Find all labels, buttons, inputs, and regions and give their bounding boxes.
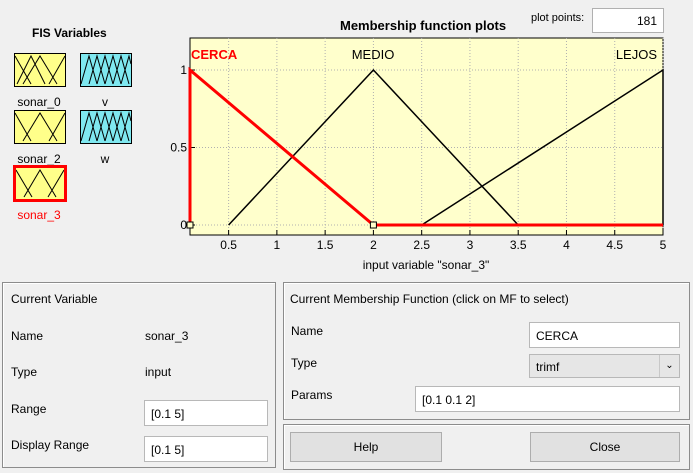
- vertex-marker[interactable]: [186, 221, 194, 229]
- variable-type-label: Type: [11, 365, 38, 379]
- help-button[interactable]: Help: [290, 432, 442, 462]
- buttons-panel: Help Close: [283, 424, 690, 470]
- plot-area[interactable]: [189, 37, 664, 236]
- display-range-input[interactable]: [0.1 5]: [144, 436, 268, 462]
- current-variable-panel: Current Variable Name sonar_3 Type input…: [2, 282, 276, 468]
- variable-label-sonar-3: sonar_3: [17, 208, 61, 222]
- y-tick-label: 0.5: [170, 141, 187, 155]
- vertex-marker[interactable]: [369, 221, 377, 229]
- mf-name-label: Name: [291, 324, 324, 338]
- x-tick-label: 4.5: [606, 238, 623, 252]
- mf-thumbnail-icon: [81, 54, 131, 85]
- variable-name-value: sonar_3: [145, 329, 189, 343]
- y-tick-label: 0: [180, 218, 187, 232]
- membership-function-plot[interactable]: 0.5 1 1.5 2 2.5 3 3.5 4 4.5 5 0 0.5 1 CERCA MEDIO LE…: [150, 36, 690, 276]
- x-tick-label: 5: [660, 238, 667, 252]
- mf-thumbnail-icon: [15, 112, 65, 142]
- x-tick-label: 0.5: [220, 238, 237, 252]
- x-axis-label: input variable "sonar_3": [363, 258, 490, 272]
- x-tick-label: 1: [274, 238, 281, 252]
- variable-box-sonar-0[interactable]: [14, 53, 66, 87]
- display-range-label: Display Range: [11, 438, 90, 452]
- chevron-down-icon[interactable]: ⌄: [659, 355, 679, 377]
- variable-label-w: w: [100, 152, 110, 166]
- plot-title: Membership function plots: [340, 18, 507, 33]
- mf-label-lejos[interactable]: LEJOS: [616, 47, 658, 62]
- mf-name-input[interactable]: CERCA: [529, 322, 680, 348]
- variable-label-sonar-2: sonar_2: [17, 152, 61, 166]
- x-tick-label: 2.5: [413, 238, 430, 252]
- range-input[interactable]: [0.1 5]: [144, 400, 268, 426]
- x-tick-label: 1.5: [317, 238, 334, 252]
- mf-type-value: trimf: [536, 360, 560, 374]
- x-tick-label: 3.5: [510, 238, 527, 252]
- mf-params-input[interactable]: [0.1 0.1 2]: [415, 386, 680, 412]
- mf-thumbnail-icon: [81, 111, 131, 142]
- variable-label-v: v: [102, 95, 108, 109]
- variable-box-sonar-3[interactable]: [13, 165, 67, 202]
- y-tick-label: 1: [180, 63, 187, 77]
- current-mf-title: Current Membership Function (click on MF…: [290, 292, 569, 306]
- plot-points-label: plot points:: [531, 12, 585, 24]
- fis-variables-title: FIS Variables: [32, 26, 107, 40]
- plot-points-input[interactable]: 181: [592, 8, 664, 33]
- range-label: Range: [11, 402, 47, 416]
- variable-box-w[interactable]: [80, 110, 132, 144]
- current-variable-title: Current Variable: [11, 292, 98, 306]
- mf-thumbnail-icon: [16, 169, 64, 198]
- mf-label-cerca[interactable]: CERCA: [191, 47, 238, 62]
- x-tick-label: 2: [370, 238, 377, 252]
- mf-params-label: Params: [291, 388, 333, 402]
- current-mf-panel: Current Membership Function (click on MF…: [283, 282, 690, 420]
- mf-label-medio[interactable]: MEDIO: [352, 47, 395, 62]
- variable-box-sonar-2[interactable]: [14, 110, 66, 144]
- mf-thumbnail-icon: [15, 54, 65, 85]
- variable-box-v[interactable]: [80, 53, 132, 87]
- variable-type-value: input: [145, 365, 172, 379]
- x-tick-label: 4: [563, 238, 570, 252]
- mf-type-label: Type: [291, 356, 318, 370]
- variable-name-label: Name: [11, 329, 44, 343]
- x-tick-label: 3: [467, 238, 474, 252]
- mf-type-select[interactable]: trimf ⌄: [529, 354, 680, 378]
- variable-label-sonar-0: sonar_0: [17, 95, 61, 109]
- close-button[interactable]: Close: [530, 432, 680, 462]
